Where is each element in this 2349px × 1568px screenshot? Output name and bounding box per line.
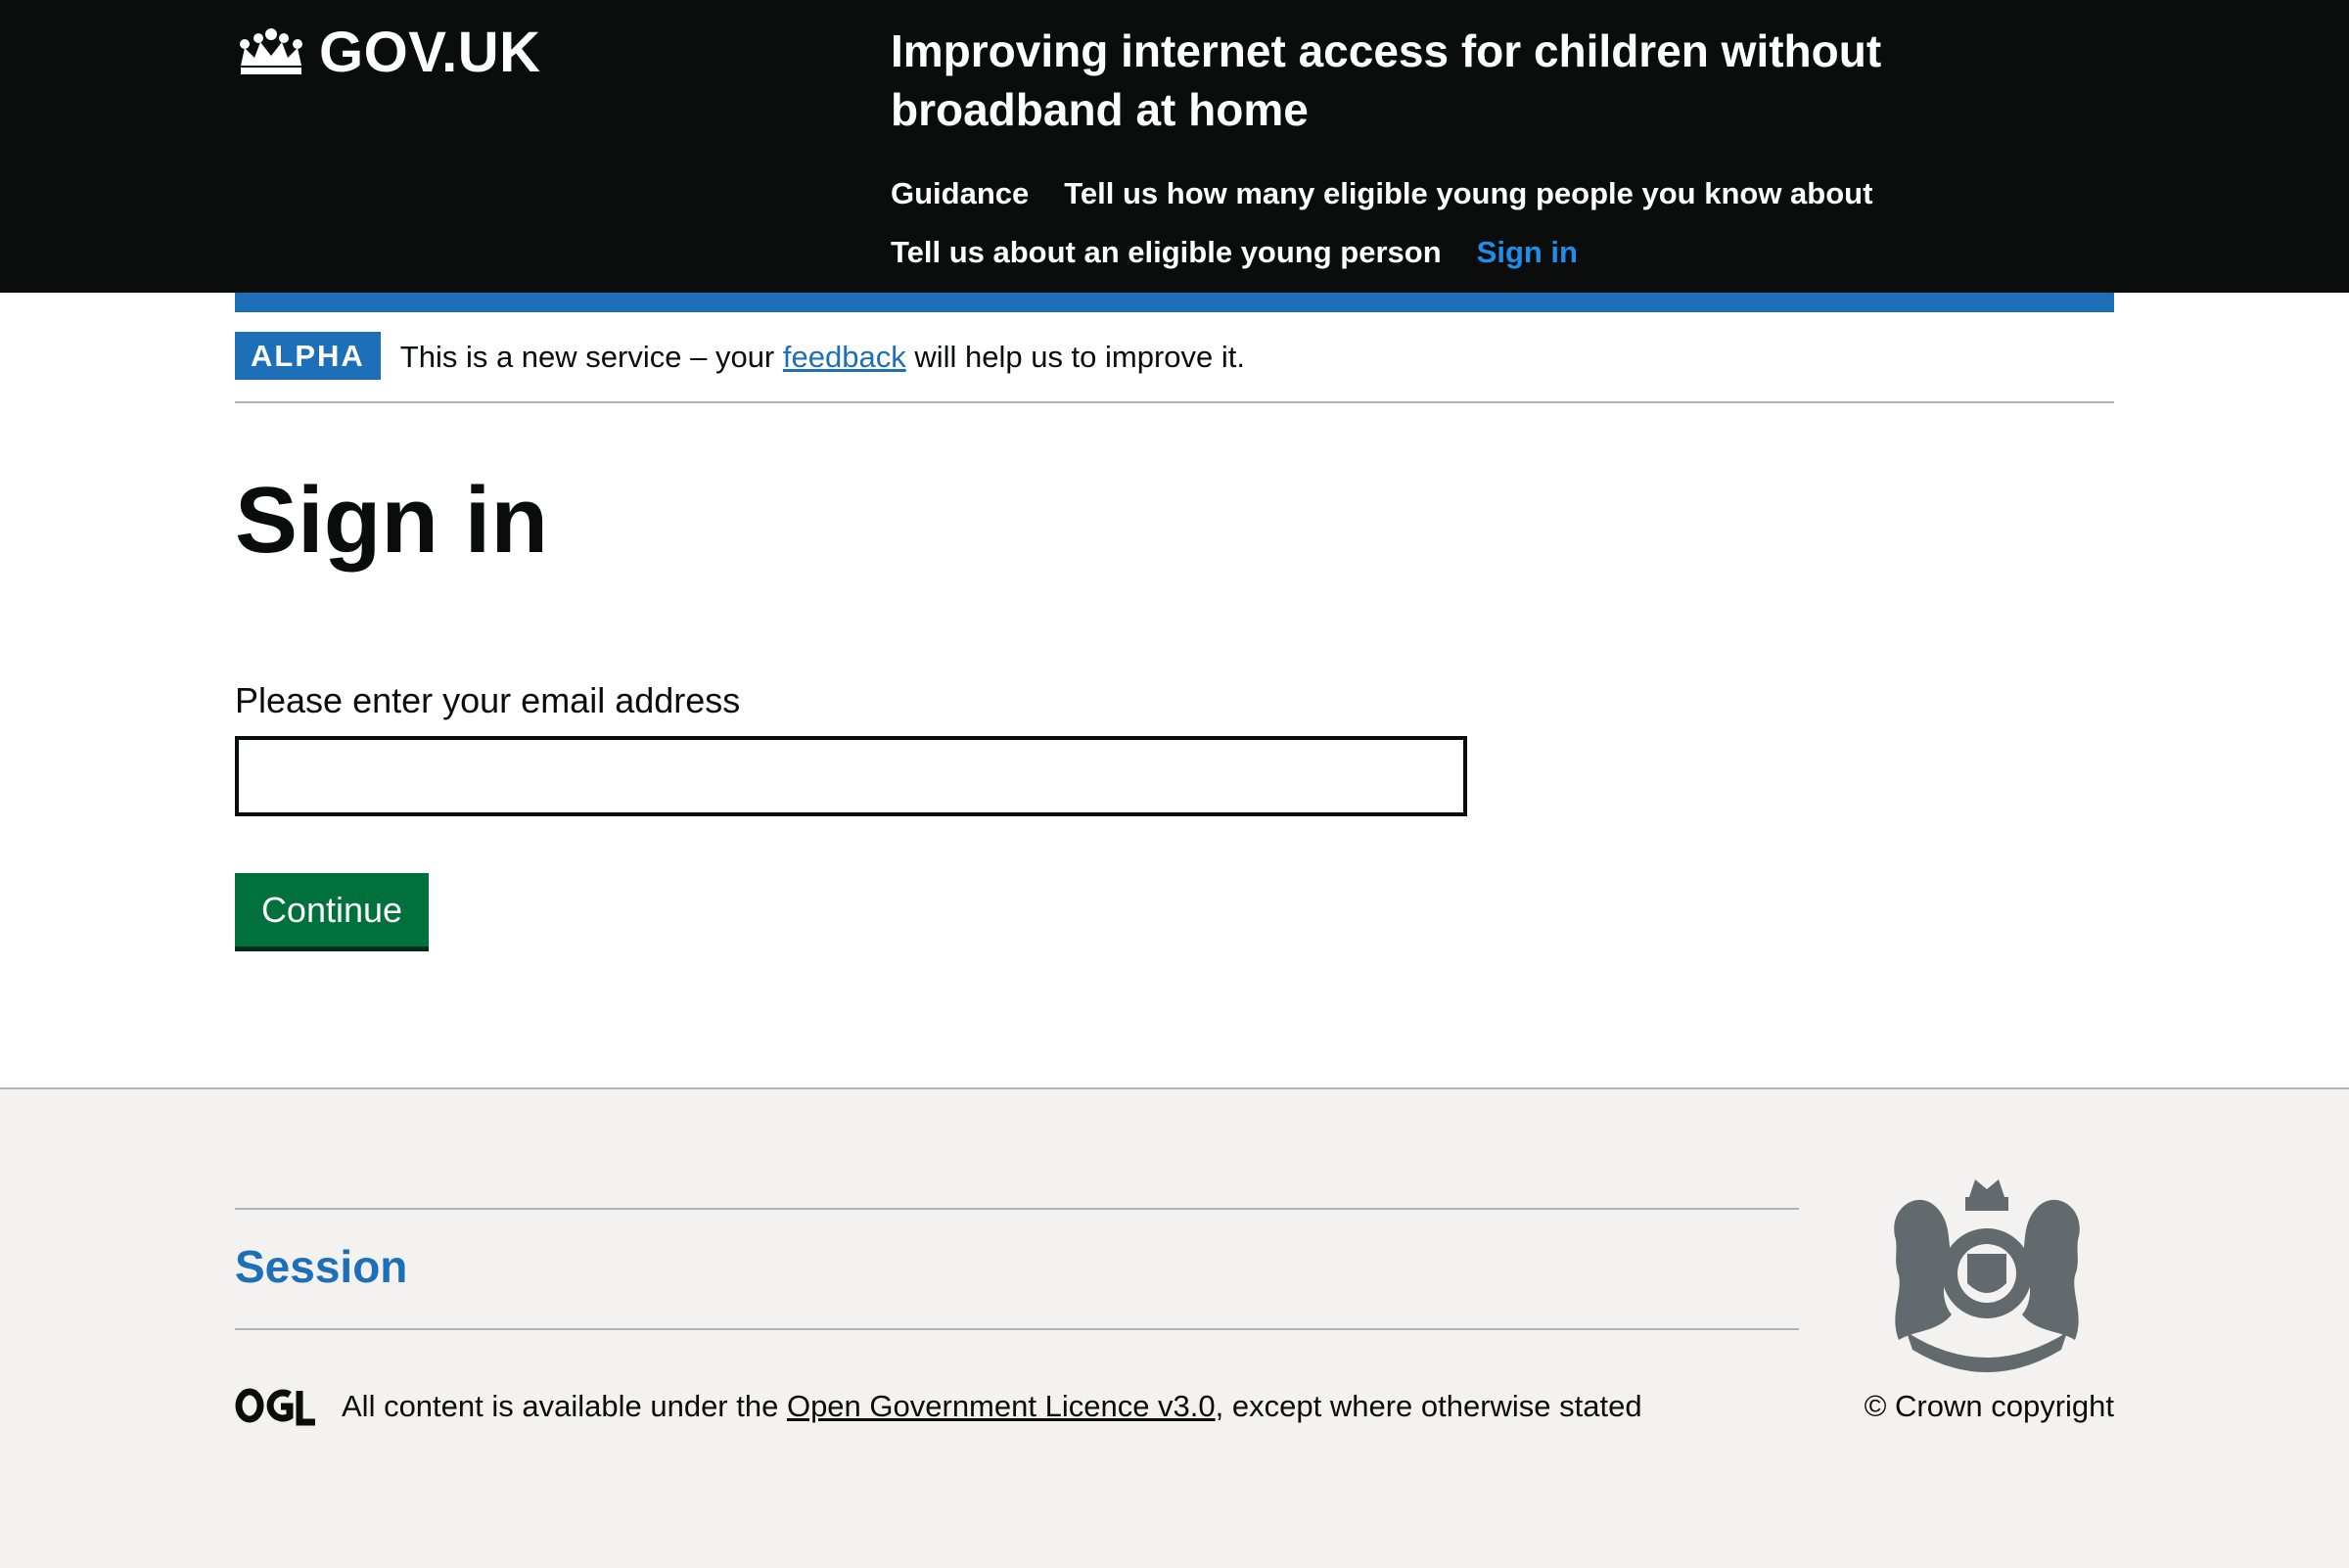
phase-banner-text: This is a new service – your feedback wi… <box>400 332 1245 383</box>
header-blue-bar <box>235 293 2114 312</box>
logo-text: GOV.UK <box>319 21 541 84</box>
site-header: GOV.UK Improving internet access for chi… <box>0 0 2349 293</box>
header-navigation: Guidance Tell us how many eligible young… <box>891 164 1967 282</box>
licence-text: All content is available under the Open … <box>342 1386 1642 1427</box>
continue-button[interactable]: Continue <box>235 873 429 946</box>
crown-copyright[interactable]: © Crown copyright <box>1865 1386 2114 1427</box>
email-label: Please enter your email address <box>235 680 741 720</box>
site-footer: Session All content is available under t… <box>0 1087 2349 1568</box>
page-title: Sign in <box>235 468 548 573</box>
ogl-logo-icon <box>235 1388 315 1426</box>
alpha-tag: ALPHA <box>235 332 381 380</box>
footer-divider-bottom <box>235 1328 1799 1330</box>
ogl-licence-link[interactable]: Open Government Licence v3.0 <box>787 1389 1216 1423</box>
licence-text-before: All content is available under the <box>342 1389 787 1423</box>
session-link[interactable]: Session <box>235 1240 407 1293</box>
footer-divider-top <box>235 1208 1799 1210</box>
crown-icon <box>240 27 302 74</box>
licence-text-after: , except where otherwise stated <box>1215 1389 1642 1423</box>
nav-sign-in[interactable]: Sign in <box>1477 223 1578 282</box>
govuk-logo-link[interactable]: GOV.UK <box>235 20 540 85</box>
nav-tell-us-how-many[interactable]: Tell us how many eligible young people y… <box>1064 164 1872 223</box>
email-input[interactable] <box>235 736 1467 816</box>
phase-banner: ALPHA This is a new service – your feedb… <box>235 332 2114 403</box>
phase-text-before: This is a new service – your <box>399 340 783 374</box>
feedback-link[interactable]: feedback <box>783 340 906 374</box>
service-header: Improving internet access for children w… <box>891 22 2124 282</box>
nav-tell-us-about-young-person[interactable]: Tell us about an eligible young person <box>891 223 1442 282</box>
phase-text-after: will help us to improve it. <box>905 340 1246 374</box>
royal-coat-of-arms-icon <box>1894 1179 2080 1372</box>
service-name[interactable]: Improving internet access for children w… <box>891 22 2124 139</box>
nav-guidance[interactable]: Guidance <box>891 164 1029 223</box>
